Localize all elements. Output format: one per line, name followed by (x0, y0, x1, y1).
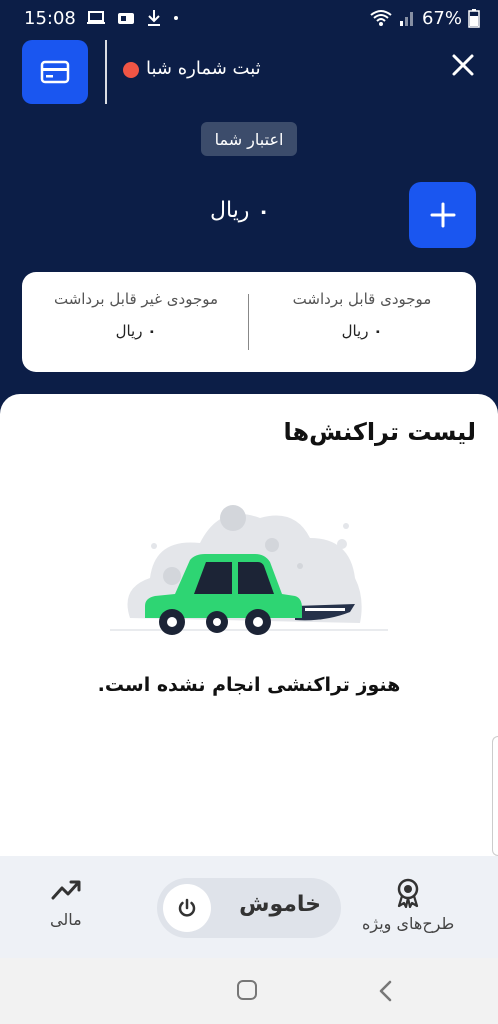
non-withdrawable-title: موجودی غیر قابل برداشت (53, 290, 219, 308)
wifi-icon (370, 9, 392, 27)
trending-up-icon (51, 880, 81, 900)
credit-card-icon (40, 60, 70, 84)
withdrawable-section: موجودی قابل برداشت ۰ ریال (262, 290, 462, 340)
balance-value: ۰ (257, 198, 270, 223)
toggle-knob[interactable] (163, 884, 211, 932)
withdrawable-amount: ۰ ریال (262, 322, 462, 340)
award-icon (397, 878, 419, 908)
status-toggle[interactable]: خاموش (157, 878, 341, 938)
add-credit-button[interactable] (409, 182, 476, 248)
balance-display: ۰ ریال (210, 198, 270, 223)
balance-unit: ریال (210, 198, 250, 223)
credit-chip: اعتبار شما (201, 122, 297, 156)
dot-icon (172, 14, 180, 22)
empty-state-message: هنوز تراکنشی انجام نشده است. (97, 674, 401, 696)
plus-icon (430, 202, 455, 228)
bottom-navigation: مالی خاموش طرح‌های ویژه (0, 856, 498, 958)
laptop-icon (86, 10, 106, 26)
nav-special-plans[interactable]: طرح‌های ویژه (362, 878, 454, 933)
battery-percent: 67% (421, 7, 462, 29)
transactions-title: لیست تراکنش‌ها (283, 418, 477, 446)
card-button[interactable] (22, 40, 88, 104)
card-separator (248, 294, 249, 350)
back-chevron-icon[interactable] (378, 980, 394, 1002)
register-iban-link[interactable]: ثبت شماره شبا (146, 58, 261, 79)
status-time: 15:08 (24, 7, 76, 29)
withdrawable-title: موجودی قابل برداشت (292, 290, 432, 308)
close-icon (452, 54, 474, 76)
close-button[interactable] (450, 52, 476, 78)
non-withdrawable-unit: ریال (115, 322, 143, 340)
notification-icon (116, 10, 136, 26)
withdrawable-unit: ریال (341, 322, 369, 340)
scroll-handle[interactable] (492, 736, 498, 856)
toggle-label: خاموش (239, 892, 321, 917)
download-icon (146, 9, 162, 27)
car-illustration (110, 505, 388, 635)
status-dot (123, 62, 139, 78)
nav-special-label: طرح‌های ویژه (362, 914, 455, 933)
transactions-sheet[interactable]: لیست تراکنش‌ها هنوز تراکنشی انجام نشده ا… (0, 394, 498, 856)
non-withdrawable-value: ۰ (147, 322, 157, 340)
home-button[interactable] (237, 980, 257, 1000)
nav-mali-label: مالی (50, 910, 82, 929)
non-withdrawable-amount: ۰ ریال (36, 322, 236, 340)
status-bar: 15:08 67% (0, 0, 498, 36)
system-navigation-bar (0, 958, 498, 1024)
withdrawable-value: ۰ (373, 322, 383, 340)
signal-icon (398, 9, 416, 27)
balance-card: موجودی قابل برداشت ۰ ریال موجودی غیر قاب… (22, 272, 476, 372)
non-withdrawable-section: موجودی غیر قابل برداشت ۰ ریال (36, 290, 236, 340)
battery-icon (468, 8, 480, 28)
nav-mali[interactable]: مالی (50, 878, 82, 929)
power-icon (178, 898, 196, 917)
header-divider (105, 40, 107, 104)
